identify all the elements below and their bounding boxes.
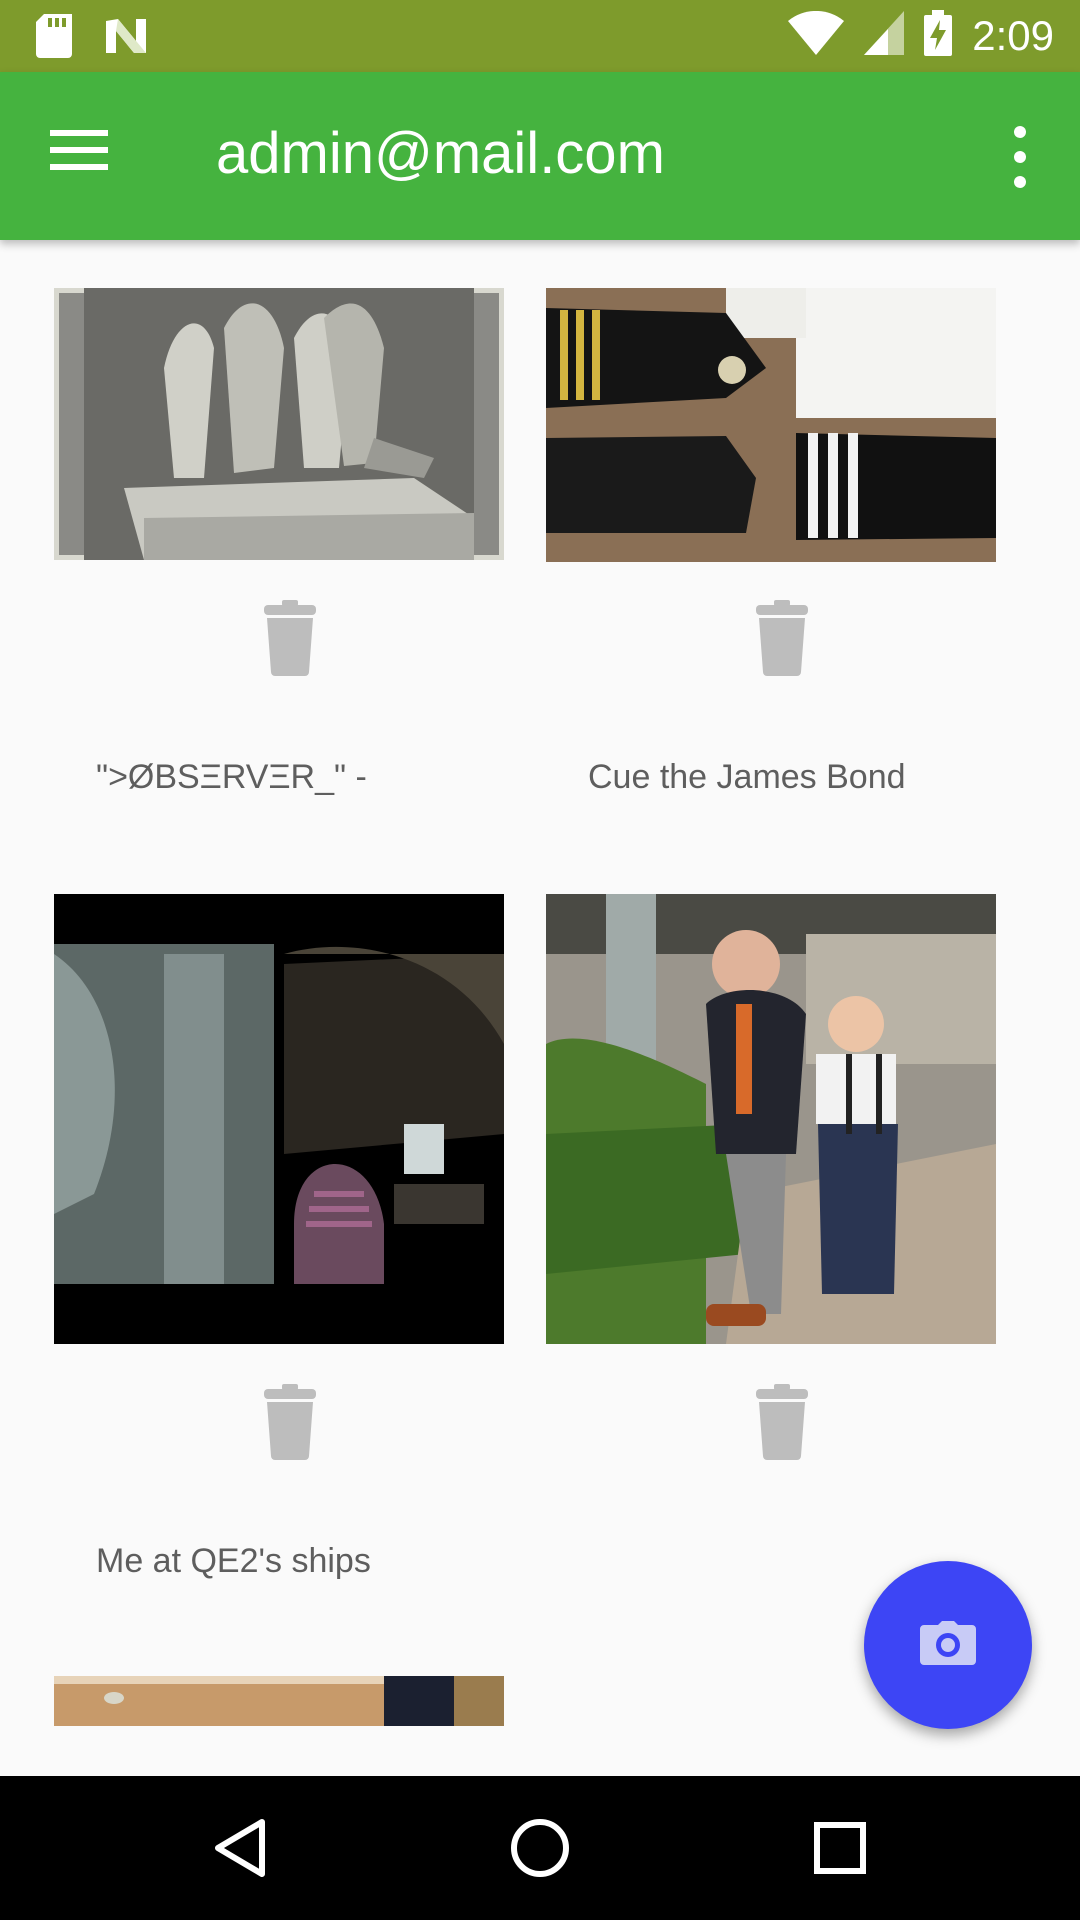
trash-icon[interactable] — [754, 600, 810, 676]
photo-thumbnail[interactable] — [546, 894, 996, 1344]
photo-caption: Me at QE2's ships — [96, 1542, 371, 1580]
n-notification-icon — [104, 17, 148, 60]
system-nav-bar — [0, 1776, 1080, 1920]
grid-item: Cue the James Bond — [546, 288, 996, 848]
photo-thumbnail[interactable] — [54, 288, 504, 560]
app-title: admin@mail.com — [216, 121, 665, 186]
grid-item — [54, 1676, 504, 1736]
recents-icon[interactable] — [790, 1802, 890, 1894]
hamburger-menu-icon[interactable] — [50, 128, 116, 184]
grid-item: ">ØBSΞRVΞR_" - — [54, 288, 504, 848]
photo-thumbnail[interactable] — [54, 1676, 504, 1726]
status-bar: 2:09 — [0, 0, 1080, 72]
wifi-icon — [788, 10, 845, 60]
camera-fab[interactable] — [864, 1561, 1032, 1729]
photo-caption: ">ØBSΞRVΞR_" - — [96, 758, 367, 796]
grid-item — [546, 894, 996, 1460]
overflow-menu-icon[interactable] — [1000, 122, 1040, 192]
trash-icon[interactable] — [262, 1384, 318, 1460]
photo-grid: ">ØBSΞRVΞR_" - Cue the James Bond Me at … — [0, 240, 1080, 1776]
status-time: 2:09 — [972, 11, 1054, 59]
photo-caption: Cue the James Bond — [588, 758, 906, 796]
sd-card-icon — [36, 14, 72, 63]
camera-icon — [920, 1620, 976, 1670]
app-bar: admin@mail.com — [0, 72, 1080, 240]
photo-thumbnail[interactable] — [546, 288, 996, 562]
grid-item — [54, 894, 504, 1460]
trash-icon[interactable] — [754, 1384, 810, 1460]
trash-icon[interactable] — [262, 600, 318, 676]
photo-thumbnail[interactable] — [54, 894, 504, 1344]
cell-signal-icon — [864, 11, 905, 60]
back-icon[interactable] — [190, 1802, 290, 1894]
battery-charging-icon — [924, 10, 953, 61]
home-icon[interactable] — [490, 1802, 590, 1894]
